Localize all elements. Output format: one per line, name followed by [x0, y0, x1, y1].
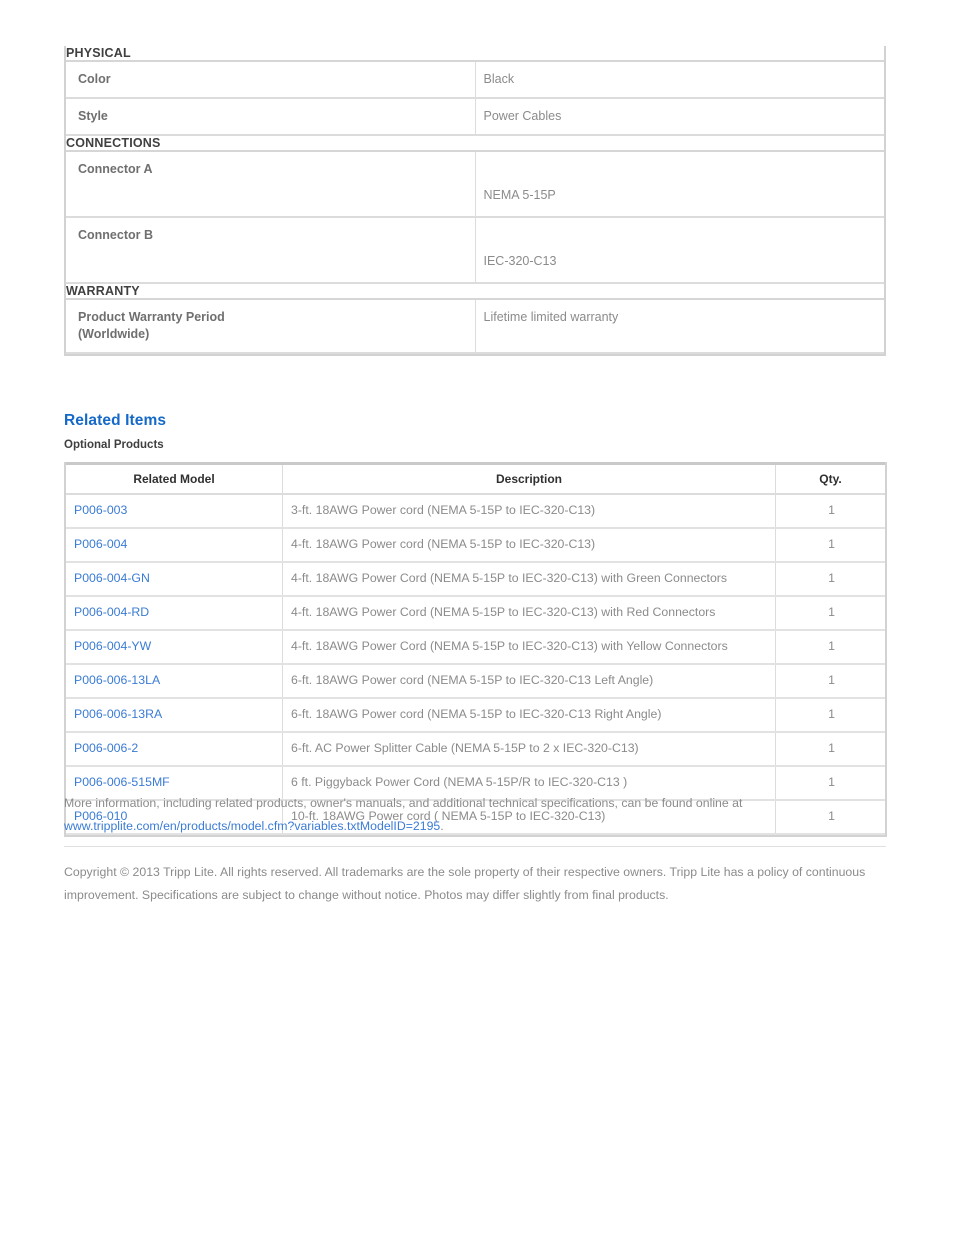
table-header-row: Related Model Description Qty.	[66, 462, 885, 495]
more-information-text: More information, including related prod…	[64, 796, 743, 810]
spec-row-style: Style Power Cables	[66, 97, 884, 136]
cell-qty: 1	[775, 629, 885, 665]
product-page-link[interactable]: www.tripplite.com/en/products/model.cfm?…	[64, 819, 440, 833]
cell-description: 4-ft. 18AWG Power cord (NEMA 5-15P to IE…	[282, 527, 776, 563]
related-model-link[interactable]: P006-004-RD	[74, 605, 149, 619]
cell-model: P006-006-13RA	[66, 697, 283, 733]
spec-section-header-connections: CONNECTIONS	[66, 134, 884, 152]
related-items-tbody: P006-003 3-ft. 18AWG Power cord (NEMA 5-…	[66, 494, 885, 835]
table-row: P006-004-GN 4-ft. 18AWG Power Cord (NEMA…	[66, 561, 885, 597]
spec-value-color: Black	[475, 61, 884, 99]
spec-row-color: Color Black	[66, 61, 884, 99]
related-model-link[interactable]: P006-004-GN	[74, 571, 150, 585]
related-model-link[interactable]: P006-006-2	[74, 741, 138, 755]
cell-description: 4-ft. 18AWG Power Cord (NEMA 5-15P to IE…	[282, 561, 776, 597]
related-items-heading: Related Items	[64, 412, 167, 429]
cell-qty: 1	[775, 527, 885, 563]
cell-model: P006-004-YW	[66, 629, 283, 665]
cell-model: P006-004-GN	[66, 561, 283, 597]
related-items-table: Related Model Description Qty. P006-003 …	[64, 462, 887, 837]
cell-model: P006-006-13LA	[66, 663, 283, 699]
table-row: P006-004-YW 4-ft. 18AWG Power Cord (NEMA…	[66, 629, 885, 665]
footer-divider	[64, 846, 886, 847]
related-model-link[interactable]: P006-004-YW	[74, 639, 151, 653]
spec-value-warranty: Lifetime limited warranty	[475, 298, 884, 354]
specifications-table: PHYSICAL Color Black Style Power Cables …	[64, 46, 886, 356]
spec-value-style: Power Cables	[475, 97, 884, 136]
cell-qty: 1	[775, 731, 885, 767]
cell-model: P006-004	[66, 527, 283, 563]
table-row: P006-006-13LA 6-ft. 18AWG Power cord (NE…	[66, 663, 885, 699]
related-model-link[interactable]: P006-006-13LA	[74, 673, 160, 687]
spec-row-warranty: Product Warranty Period (Worldwide) Lifet…	[66, 298, 884, 354]
spec-section-header-warranty: WARRANTY	[66, 282, 884, 300]
more-information-paragraph: More information, including related prod…	[64, 792, 904, 839]
table-row: P006-004 4-ft. 18AWG Power cord (NEMA 5-…	[66, 527, 885, 563]
cell-model: P006-006-2	[66, 731, 283, 767]
spec-section-label: CONNECTIONS	[66, 134, 884, 152]
related-model-link[interactable]: P006-006-515MF	[74, 775, 170, 789]
spec-key-warranty-line2: (Worldwide)	[78, 326, 150, 341]
spec-section-header-physical: PHYSICAL	[66, 46, 884, 62]
cell-description: 4-ft. 18AWG Power Cord (NEMA 5-15P to IE…	[282, 595, 776, 631]
spec-row-connector-b: Connector B IEC-320-C13	[66, 216, 884, 284]
table-row: P006-003 3-ft. 18AWG Power cord (NEMA 5-…	[66, 494, 885, 529]
optional-products-subheading: Optional Products	[64, 439, 164, 451]
cell-model: P006-004-RD	[66, 595, 283, 631]
spec-value-connector-a: NEMA 5-15P	[475, 150, 884, 218]
cell-qty: 1	[775, 697, 885, 733]
spec-key-connector-a: Connector A	[66, 150, 476, 218]
spec-key-warranty: Product Warranty Period (Worldwide)	[66, 298, 476, 354]
spec-section-label: PHYSICAL	[66, 46, 884, 62]
spec-key-style: Style	[66, 97, 476, 136]
table-row: P006-006-2 6-ft. AC Power Splitter Cable…	[66, 731, 885, 767]
cell-model: P006-003	[66, 494, 283, 529]
column-header-qty: Qty.	[775, 462, 885, 495]
spec-key-color: Color	[66, 61, 476, 99]
spec-key-warranty-line1: Product Warranty Period	[78, 309, 225, 324]
cell-description: 6-ft. AC Power Splitter Cable (NEMA 5-15…	[282, 731, 776, 767]
spec-section-label: WARRANTY	[66, 282, 884, 300]
cell-description: 6-ft. 18AWG Power cord (NEMA 5-15P to IE…	[282, 663, 776, 699]
cell-qty: 1	[775, 494, 885, 529]
related-model-link[interactable]: P006-003	[74, 503, 127, 517]
cell-qty: 1	[775, 663, 885, 699]
spec-value-connector-b: IEC-320-C13	[475, 216, 884, 284]
related-model-link[interactable]: P006-004	[74, 537, 127, 551]
document-page: PHYSICAL Color Black Style Power Cables …	[0, 0, 954, 1235]
cell-description: 3-ft. 18AWG Power cord (NEMA 5-15P to IE…	[282, 494, 776, 529]
cell-description: 4-ft. 18AWG Power Cord (NEMA 5-15P to IE…	[282, 629, 776, 665]
cell-description: 6-ft. 18AWG Power cord (NEMA 5-15P to IE…	[282, 697, 776, 733]
spec-key-connector-b: Connector B	[66, 216, 476, 284]
more-information-period: .	[440, 819, 444, 834]
related-model-link[interactable]: P006-006-13RA	[74, 707, 162, 721]
column-header-related-model: Related Model	[66, 462, 283, 495]
table-row: P006-004-RD 4-ft. 18AWG Power Cord (NEMA…	[66, 595, 885, 631]
spec-row-connector-a: Connector A NEMA 5-15P	[66, 150, 884, 218]
column-header-description: Description	[282, 462, 776, 495]
copyright-text: Copyright © 2013 Tripp Lite. All rights …	[64, 865, 866, 903]
cell-qty: 1	[775, 561, 885, 597]
cell-qty: 1	[775, 595, 885, 631]
table-row: P006-006-13RA 6-ft. 18AWG Power cord (NE…	[66, 697, 885, 733]
